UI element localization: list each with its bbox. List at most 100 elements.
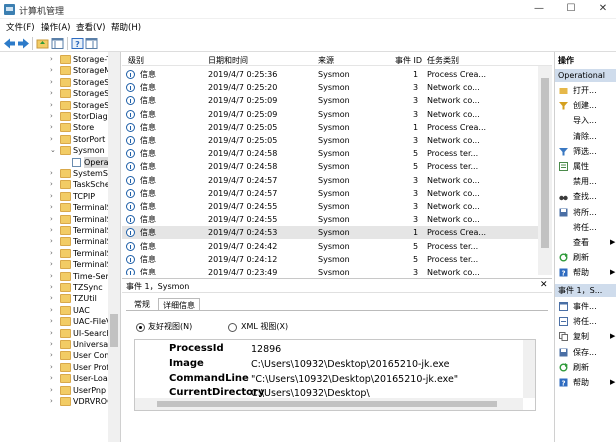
tree-scroll-thumb[interactable]: [110, 314, 118, 347]
tree-item[interactable]: › SystemSe: [0, 168, 108, 179]
action-item[interactable]: 筛选...: [555, 145, 616, 158]
action-item[interactable]: ? 帮助 ▶: [555, 266, 616, 279]
up-folder-button[interactable]: [36, 37, 49, 50]
close-button[interactable]: ✕: [595, 2, 611, 16]
chevron-right-icon[interactable]: ›: [50, 339, 58, 350]
help-toolbar-button[interactable]: ?: [71, 37, 84, 50]
chevron-right-icon[interactable]: ›: [50, 385, 58, 396]
action-item[interactable]: 将任...: [555, 221, 616, 234]
tree-item[interactable]: › UI-Search: [0, 328, 108, 339]
action-item[interactable]: 刷新: [555, 251, 616, 264]
event-list-scroll-thumb[interactable]: [541, 78, 549, 248]
chevron-right-icon[interactable]: ›: [50, 396, 58, 407]
tree-item[interactable]: › TZUtil: [0, 293, 108, 304]
action-item[interactable]: 复制 ▶: [555, 330, 616, 343]
tree-item[interactable]: › TCPIP: [0, 191, 108, 202]
column-task-category[interactable]: 任务类别: [427, 55, 459, 66]
chevron-right-icon[interactable]: ›: [50, 282, 58, 293]
tree-scrollbar[interactable]: [108, 52, 120, 442]
table-row[interactable]: 信息 2019/4/7 0:24:12 Sysmon 5 Process ter...: [122, 253, 538, 266]
tree-item[interactable]: › TerminalS: [0, 214, 108, 225]
actions-section-event[interactable]: 事件 1，S...: [555, 284, 616, 297]
table-row[interactable]: 信息 2019/4/7 0:25:36 Sysmon 1 Process Crea...: [122, 68, 538, 81]
detail-horizontal-scrollbar[interactable]: [135, 398, 523, 410]
chevron-right-icon[interactable]: ›: [50, 111, 58, 122]
action-item[interactable]: 创建...: [555, 99, 616, 112]
event-list-scrollbar[interactable]: [538, 66, 552, 275]
menu-help[interactable]: 帮助(H): [111, 21, 141, 33]
chevron-right-icon[interactable]: ›: [50, 134, 58, 145]
tree-item[interactable]: › StorageSp: [0, 100, 108, 111]
forward-button[interactable]: [17, 37, 30, 50]
tree-item[interactable]: › TerminalS: [0, 202, 108, 213]
tree-item[interactable]: › User Profi: [0, 362, 108, 373]
table-row[interactable]: 信息 2019/4/7 0:24:57 Sysmon 3 Network co...: [122, 174, 538, 187]
chevron-right-icon[interactable]: ›: [50, 54, 58, 65]
column-source[interactable]: 来源: [318, 55, 334, 66]
tree-item[interactable]: › StorDiag: [0, 111, 108, 122]
friendly-view-label[interactable]: 友好视图(N): [148, 321, 192, 332]
chevron-right-icon[interactable]: ›: [50, 316, 58, 327]
chevron-right-icon[interactable]: ›: [50, 225, 58, 236]
chevron-right-icon[interactable]: ›: [50, 214, 58, 225]
tree-item[interactable]: › StorPort: [0, 134, 108, 145]
chevron-right-icon[interactable]: ›: [50, 350, 58, 361]
chevron-right-icon[interactable]: ›: [50, 305, 58, 316]
table-row[interactable]: 信息 2019/4/7 0:24:57 Sysmon 3 Network co...: [122, 187, 538, 200]
table-row[interactable]: 信息 2019/4/7 0:23:49 Sysmon 3 Network co...: [122, 266, 538, 275]
tree-item[interactable]: › TaskSched: [0, 179, 108, 190]
chevron-right-icon[interactable]: ›: [50, 328, 58, 339]
chevron-right-icon[interactable]: ›: [50, 293, 58, 304]
column-datetime[interactable]: 日期和时间: [208, 55, 248, 66]
tree-item[interactable]: › VDRVROO: [0, 396, 108, 407]
show-hide-tree-button[interactable]: [51, 37, 64, 50]
action-item[interactable]: 禁用...: [555, 175, 616, 188]
action-item[interactable]: 清除...: [555, 130, 616, 143]
chevron-right-icon[interactable]: ›: [50, 88, 58, 99]
xml-view-radio[interactable]: [228, 323, 237, 332]
action-item[interactable]: 保存...: [555, 346, 616, 359]
tree-item[interactable]: › StorageSp: [0, 88, 108, 99]
tree-item[interactable]: › User-Loac: [0, 373, 108, 384]
friendly-view-radio[interactable]: [136, 323, 145, 332]
tree-item[interactable]: › TZSync: [0, 282, 108, 293]
table-row[interactable]: 信息 2019/4/7 0:24:58 Sysmon 5 Process ter...: [122, 147, 538, 160]
action-item[interactable]: ? 帮助 ▶: [555, 376, 616, 389]
chevron-right-icon[interactable]: ›: [50, 168, 58, 179]
tree-item[interactable]: › UniversalT: [0, 339, 108, 350]
menu-action[interactable]: 操作(A): [41, 21, 70, 33]
table-row[interactable]: 信息 2019/4/7 0:24:55 Sysmon 3 Network co...: [122, 213, 538, 226]
column-level[interactable]: 级别: [128, 55, 144, 66]
tree-item[interactable]: › Store: [0, 122, 108, 133]
detail-close-icon[interactable]: ✕: [540, 280, 548, 290]
chevron-right-icon[interactable]: ›: [50, 191, 58, 202]
chevron-right-icon[interactable]: ›: [50, 202, 58, 213]
chevron-right-icon[interactable]: ›: [50, 362, 58, 373]
maximize-button[interactable]: ☐: [563, 2, 579, 16]
chevron-right-icon[interactable]: ›: [50, 77, 58, 88]
action-item[interactable]: 打开...: [555, 84, 616, 97]
chevron-down-icon[interactable]: ⌄: [50, 145, 58, 156]
table-row[interactable]: 信息 2019/4/7 0:25:20 Sysmon 3 Network co...: [122, 81, 538, 94]
detail-vertical-scrollbar[interactable]: [523, 340, 535, 398]
tree-item[interactable]: › StorageM: [0, 65, 108, 76]
table-row[interactable]: 信息 2019/4/7 0:25:05 Sysmon 3 Network co...: [122, 134, 538, 147]
action-item[interactable]: 查看 ▶: [555, 236, 616, 249]
chevron-right-icon[interactable]: ›: [50, 248, 58, 259]
actions-section-operational[interactable]: Operational: [555, 69, 616, 82]
tree-item[interactable]: › TerminalS: [0, 248, 108, 259]
table-row[interactable]: 信息 2019/4/7 0:25:09 Sysmon 3 Network co...: [122, 108, 538, 121]
table-row[interactable]: 信息 2019/4/7 0:24:55 Sysmon 3 Network co...: [122, 200, 538, 213]
chevron-right-icon[interactable]: ›: [50, 259, 58, 270]
back-button[interactable]: [3, 37, 16, 50]
table-row[interactable]: 信息 2019/4/7 0:24:58 Sysmon 5 Process ter...: [122, 160, 538, 173]
xml-view-label[interactable]: XML 视图(X): [241, 321, 288, 332]
minimize-button[interactable]: —: [531, 2, 547, 16]
table-row[interactable]: 信息 2019/4/7 0:25:09 Sysmon 3 Network co...: [122, 94, 538, 107]
properties-toolbar-button[interactable]: [85, 37, 98, 50]
chevron-right-icon[interactable]: ›: [50, 179, 58, 190]
tree-item[interactable]: › Time-Serv: [0, 271, 108, 282]
detail-scroll-thumb[interactable]: [157, 401, 497, 407]
chevron-right-icon[interactable]: ›: [50, 373, 58, 384]
tree-item[interactable]: › TerminalS: [0, 236, 108, 247]
